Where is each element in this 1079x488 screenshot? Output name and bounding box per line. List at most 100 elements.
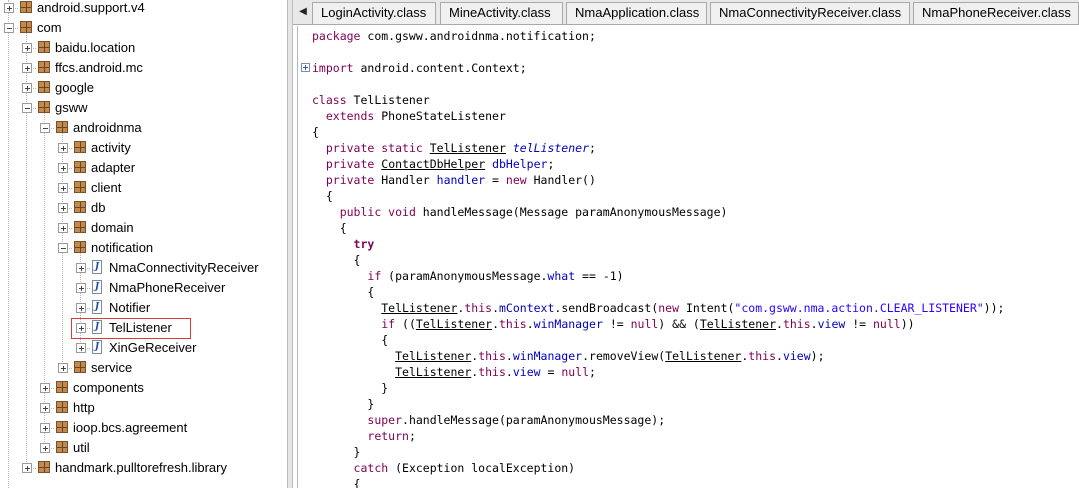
tab-mine-activity[interactable]: MineActivity.class (440, 2, 563, 24)
package-icon (56, 121, 68, 133)
code-token: Handler() (526, 173, 596, 187)
code-line: } (312, 396, 374, 412)
code-token: return (367, 429, 409, 443)
tree-item-label: db (91, 200, 106, 215)
tree-item-nmaconnectivityreceiver[interactable]: J NmaConnectivityReceiver (0, 258, 287, 278)
code-token: ContactDbHelper (381, 157, 486, 171)
code-token: .handleMessage(paramAnonymousMessage); (402, 413, 666, 427)
collapse-minus-icon[interactable] (40, 123, 50, 133)
expand-plus-icon[interactable] (58, 183, 68, 193)
expand-plus-icon[interactable] (58, 143, 68, 153)
tree-item-xingereceiver[interactable]: J XinGeReceiver (0, 338, 287, 358)
tree-item-util[interactable]: util (0, 438, 287, 458)
expand-plus-icon[interactable] (58, 203, 68, 213)
code-line: { (312, 332, 388, 348)
tree-item-notification[interactable]: notification (0, 238, 287, 258)
expand-plus-icon[interactable] (76, 263, 86, 273)
collapse-minus-icon[interactable] (4, 23, 14, 33)
code-line: private Handler handler = new Handler() (312, 172, 596, 188)
tree-item-http[interactable]: http (0, 398, 287, 418)
package-icon (38, 81, 50, 93)
code-token: null (630, 317, 659, 331)
code-token: != (602, 317, 631, 331)
code-token: this (464, 301, 493, 315)
tree-item-baidu-location[interactable]: baidu.location (0, 38, 287, 58)
expand-plus-icon[interactable] (76, 283, 86, 293)
expand-plus-icon[interactable] (40, 423, 50, 433)
code-token: = (540, 365, 562, 379)
code-line: package com.gsww.androidnma.notification… (312, 28, 596, 44)
expand-plus-icon[interactable] (22, 463, 32, 473)
tree-item-androidnma[interactable]: androidnma (0, 118, 287, 138)
tab-nma-connectivity-receiver[interactable]: NmaConnectivityReceiver.class (710, 2, 910, 24)
expand-plus-icon[interactable] (22, 43, 32, 53)
expand-plus-icon[interactable] (76, 343, 86, 353)
code-token: handler (436, 173, 486, 187)
code-line: return; (312, 428, 415, 444)
tree-item-notifier[interactable]: J Notifier (0, 298, 287, 318)
tree-item-domain[interactable]: domain (0, 218, 287, 238)
tree-item-activity[interactable]: activity (0, 138, 287, 158)
tree-item-ioop-bcs-agreement[interactable]: ioop.bcs.agreement (0, 418, 287, 438)
tree-item-adapter[interactable]: adapter (0, 158, 287, 178)
tree-item-label: XinGeReceiver (109, 340, 197, 355)
tab-login-activity[interactable]: LoginActivity.class (312, 2, 436, 24)
tree-item-handmark-pulltorefresh-library[interactable]: handmark.pulltorefresh.library (0, 458, 287, 478)
expand-plus-icon[interactable] (40, 383, 50, 393)
tree-item-db[interactable]: db (0, 198, 287, 218)
expand-plus-icon[interactable] (58, 363, 68, 373)
tree-item-client[interactable]: client (0, 178, 287, 198)
tab-nma-phone-receiver[interactable]: NmaPhoneReceiver.class (913, 2, 1079, 24)
tree-item-google[interactable]: google (0, 78, 287, 98)
code-token: TelListener (429, 141, 506, 155)
expand-plus-icon[interactable] (76, 303, 86, 313)
code-line: class TelListener (312, 92, 430, 108)
code-token: this (499, 317, 527, 331)
expand-plus-icon[interactable] (4, 3, 14, 13)
java-class-icon: J (92, 280, 102, 294)
tree-item-gsww[interactable]: gsww (0, 98, 287, 118)
tree-item-label: NmaPhoneReceiver (109, 280, 226, 295)
expand-plus-icon[interactable] (40, 403, 50, 413)
code-token: package (312, 29, 361, 43)
package-icon (74, 361, 86, 373)
code-token: . (505, 349, 513, 363)
expand-plus-icon[interactable] (22, 83, 32, 93)
tree-item-label: NmaConnectivityReceiver (109, 260, 259, 275)
code-token: { (312, 189, 333, 203)
fold-expand-icon[interactable] (301, 63, 310, 72)
code-token: . (776, 317, 783, 331)
tree-item-label: components (73, 380, 144, 395)
tree-item-android-support-v4[interactable]: android.support.v4 (0, 0, 287, 18)
tree-item-components[interactable]: components (0, 378, 287, 398)
tree-item-com[interactable]: com (0, 18, 287, 38)
java-class-icon: J (92, 300, 102, 314)
code-token: TelListener (699, 317, 777, 331)
code-token: Handler (374, 173, 437, 187)
tree-item-nmaphonereceiver[interactable]: J NmaPhoneReceiver (0, 278, 287, 298)
expand-plus-icon[interactable] (40, 443, 50, 453)
expand-plus-icon[interactable] (58, 223, 68, 233)
code-token: winManager (512, 349, 583, 363)
collapse-minus-icon[interactable] (22, 103, 32, 113)
package-icon (74, 181, 86, 193)
expand-plus-icon[interactable] (22, 63, 32, 73)
tab-scroll-left-icon[interactable]: ◀ (296, 5, 310, 19)
tab-nma-application[interactable]: NmaApplication.class (566, 2, 707, 24)
tree-item-tellistener[interactable]: J TelListener (0, 318, 287, 339)
code-editor[interactable]: package com.gsww.androidnma.notification… (297, 26, 1079, 488)
code-token: this (782, 317, 811, 331)
code-token: extends (325, 109, 375, 123)
tree-item-ffcs-android-mc[interactable]: ffcs.android.mc (0, 58, 287, 78)
code-token: TelListener (381, 301, 458, 315)
collapse-minus-icon[interactable] (58, 243, 68, 253)
code-line: TelListener.this.mContext.sendBroadcast(… (312, 300, 1004, 316)
expand-plus-icon[interactable] (58, 163, 68, 173)
tree-item-service[interactable]: service (0, 358, 287, 378)
